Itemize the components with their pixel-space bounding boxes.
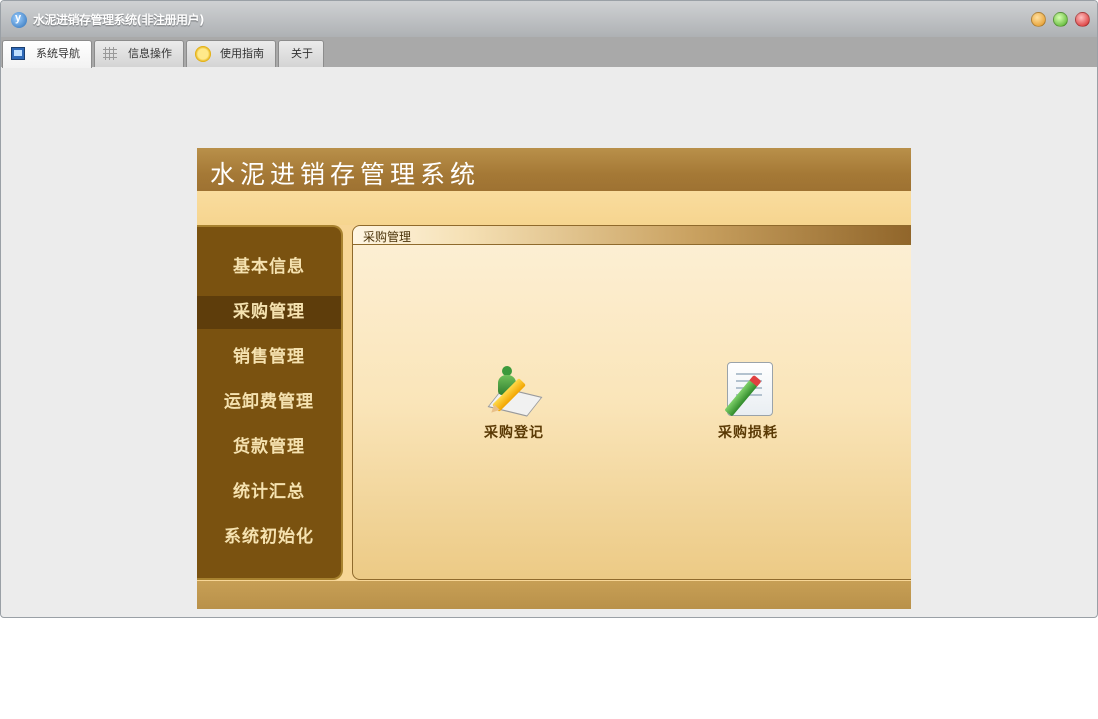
tab-label: 使用指南 — [220, 47, 264, 60]
module-sidebar: 基本信息 采购管理 销售管理 运卸费管理 货款管理 统计汇总 系统初始化 — [197, 225, 343, 580]
purchase-register-button[interactable]: 采购登记 — [464, 358, 564, 442]
tab-info-operation[interactable]: 信息操作 — [94, 40, 184, 67]
sidebar-item-system-init[interactable]: 系统初始化 — [197, 521, 341, 554]
document-pencil-icon — [718, 358, 778, 420]
sidebar-item-purchase[interactable]: 采购管理 — [197, 296, 341, 329]
tab-label: 系统导航 — [36, 47, 80, 60]
close-button[interactable] — [1075, 12, 1090, 27]
panel-header: 采购管理 — [353, 226, 911, 245]
sidebar-item-freight[interactable]: 运卸费管理 — [197, 386, 341, 419]
tab-user-guide[interactable]: 使用指南 — [186, 40, 276, 67]
footer-band — [197, 581, 911, 609]
maximize-button[interactable] — [1053, 12, 1068, 27]
clock-icon — [195, 46, 211, 62]
sidebar-item-basic-info[interactable]: 基本信息 — [197, 251, 341, 284]
purchase-loss-button[interactable]: 采购损耗 — [698, 358, 798, 442]
title-bar[interactable]: 水泥进销存管理系统(非注册用户) — [1, 1, 1097, 37]
window-title: 水泥进销存管理系统(非注册用户) — [33, 13, 204, 27]
panel-title: 采购管理 — [363, 230, 412, 244]
minimize-button[interactable] — [1031, 12, 1046, 27]
tab-bar: 系统导航 信息操作 使用指南 关于 — [1, 37, 1097, 68]
monitor-icon — [11, 47, 25, 60]
banner: 水泥进销存管理系统 — [197, 148, 911, 191]
grid-icon — [103, 47, 117, 60]
tab-label: 关于 — [291, 47, 313, 60]
purchase-loss-label: 采购损耗 — [718, 425, 778, 441]
sidebar-item-payment[interactable]: 货款管理 — [197, 431, 341, 464]
tab-system-navigation[interactable]: 系统导航 — [2, 40, 92, 68]
sidebar-item-statistics[interactable]: 统计汇总 — [197, 476, 341, 509]
sidebar-item-sales[interactable]: 销售管理 — [197, 341, 341, 374]
navigation-canvas: 水泥进销存管理系统 基本信息 采购管理 销售管理 运卸费管理 货款管理 统计汇总… — [197, 148, 911, 609]
app-window: 水泥进销存管理系统(非注册用户) 系统导航 信息操作 使用指南 关于 水泥进销存… — [0, 0, 1098, 618]
app-logo-icon — [11, 12, 27, 28]
tab-about[interactable]: 关于 — [278, 40, 324, 67]
register-pencil-icon — [484, 358, 544, 420]
banner-title: 水泥进销存管理系统 — [210, 160, 481, 189]
purchase-register-label: 采购登记 — [484, 425, 544, 441]
function-panel: 采购管理 采购登记 采购损耗 — [352, 225, 911, 580]
tab-label: 信息操作 — [128, 47, 172, 60]
banner-band — [197, 191, 911, 225]
